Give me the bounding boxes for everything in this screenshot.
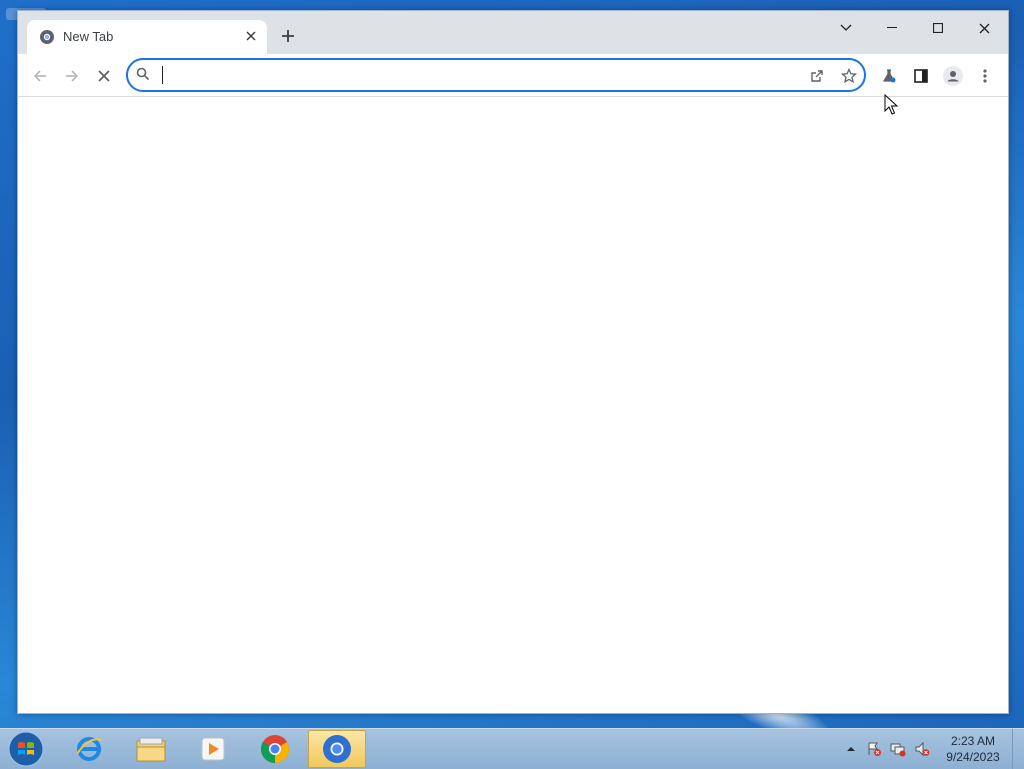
chrome-icon[interactable] [246, 730, 304, 768]
bookmark-star-icon[interactable] [838, 65, 860, 87]
more-menu-icon[interactable] [972, 63, 998, 89]
page-content [18, 97, 1008, 713]
chromium-taskbar-icon[interactable] [308, 730, 366, 768]
chrome-labs-icon[interactable] [876, 63, 902, 89]
tab-close-icon[interactable] [241, 26, 261, 46]
profile-avatar-icon[interactable] [940, 63, 966, 89]
tab-new-tab[interactable]: New Tab [27, 20, 267, 54]
chromium-favicon-icon [39, 29, 55, 45]
close-window-button[interactable] [962, 14, 1006, 42]
address-bar[interactable] [126, 58, 866, 92]
text-caret [162, 66, 163, 84]
tab-title: New Tab [63, 29, 114, 44]
forward-button[interactable] [58, 62, 86, 90]
show-hidden-icons-icon[interactable] [843, 741, 859, 757]
start-button[interactable] [6, 730, 46, 768]
new-tab-button[interactable] [276, 24, 300, 48]
taskbar: 2:23 AM 9/24/2023 [0, 728, 1024, 769]
browser-toolbar [18, 54, 1008, 97]
browser-window: New Tab [17, 10, 1009, 714]
title-bar: New Tab [18, 11, 1008, 54]
search-icon [136, 67, 152, 83]
side-panel-icon[interactable] [908, 63, 934, 89]
media-player-icon[interactable] [184, 730, 242, 768]
internet-explorer-icon[interactable] [60, 730, 118, 768]
clock-date: 9/24/2023 [946, 750, 1000, 764]
mouse-cursor-icon [884, 93, 900, 116]
back-button[interactable] [26, 62, 54, 90]
system-clock[interactable]: 2:23 AM 9/24/2023 [940, 733, 1006, 765]
clock-time: 2:23 AM [950, 734, 996, 748]
volume-muted-icon[interactable] [914, 741, 930, 757]
file-explorer-icon[interactable] [122, 730, 180, 768]
stop-loading-button[interactable] [90, 62, 118, 90]
show-desktop-button[interactable] [1012, 729, 1024, 769]
tab-search-button[interactable] [824, 14, 868, 42]
network-icon[interactable] [890, 741, 906, 757]
maximize-button[interactable] [916, 14, 960, 42]
minimize-button[interactable] [870, 14, 914, 42]
action-center-flag-icon[interactable] [866, 741, 882, 757]
share-icon[interactable] [806, 65, 828, 87]
address-input[interactable] [160, 63, 764, 89]
